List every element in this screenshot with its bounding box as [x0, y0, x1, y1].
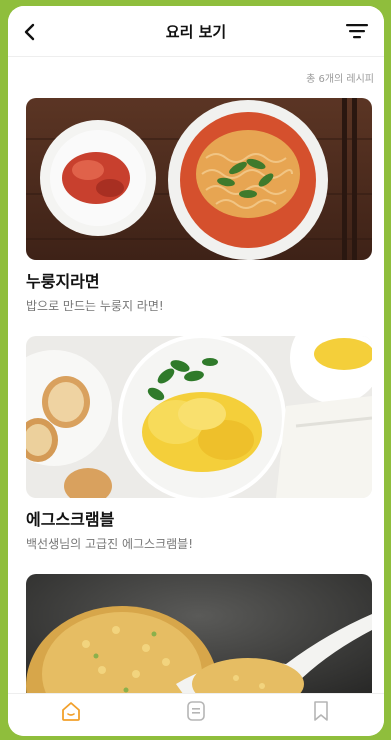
- recipe-card[interactable]: 누룽지라면 밥으로 만드는 누룽지 라면!: [26, 98, 372, 314]
- tab-home[interactable]: [31, 694, 111, 736]
- recipe-description: 밥으로 만드는 누룽지 라면!: [26, 299, 164, 313]
- bottom-tab-bar: [8, 693, 384, 736]
- recipe-name: 에그스크램블: [26, 510, 115, 529]
- recipe-count: 총 6개의 레시피: [306, 74, 374, 85]
- recipe-name: 누룽지라면: [26, 272, 100, 291]
- recipe-list-icon: [187, 701, 205, 721]
- page-title: 요리 보기: [165, 23, 227, 41]
- app-frame: 요리 보기 총 6개의 레시피 누룽지라면 밥으로 만드는 누룽지 라면! 에그…: [8, 6, 384, 736]
- tab-bookmark[interactable]: [281, 694, 361, 736]
- scrambled-egg-photo: [26, 336, 372, 498]
- ramen-photo: [26, 98, 372, 260]
- tab-recipes[interactable]: [156, 694, 236, 736]
- home-icon: [61, 702, 80, 721]
- filter-icon: [346, 24, 368, 39]
- app-header: 요리 보기: [8, 6, 384, 57]
- bookmark-icon: [314, 701, 329, 721]
- recipe-description: 백선생님의 고급진 에그스크램블!: [26, 537, 194, 551]
- recipe-card[interactable]: 에그스크램블 백선생님의 고급진 에그스크램블!: [26, 336, 372, 552]
- filter-button[interactable]: [344, 21, 370, 41]
- recipe-photo[interactable]: [26, 98, 372, 260]
- recipe-photo[interactable]: [26, 336, 372, 498]
